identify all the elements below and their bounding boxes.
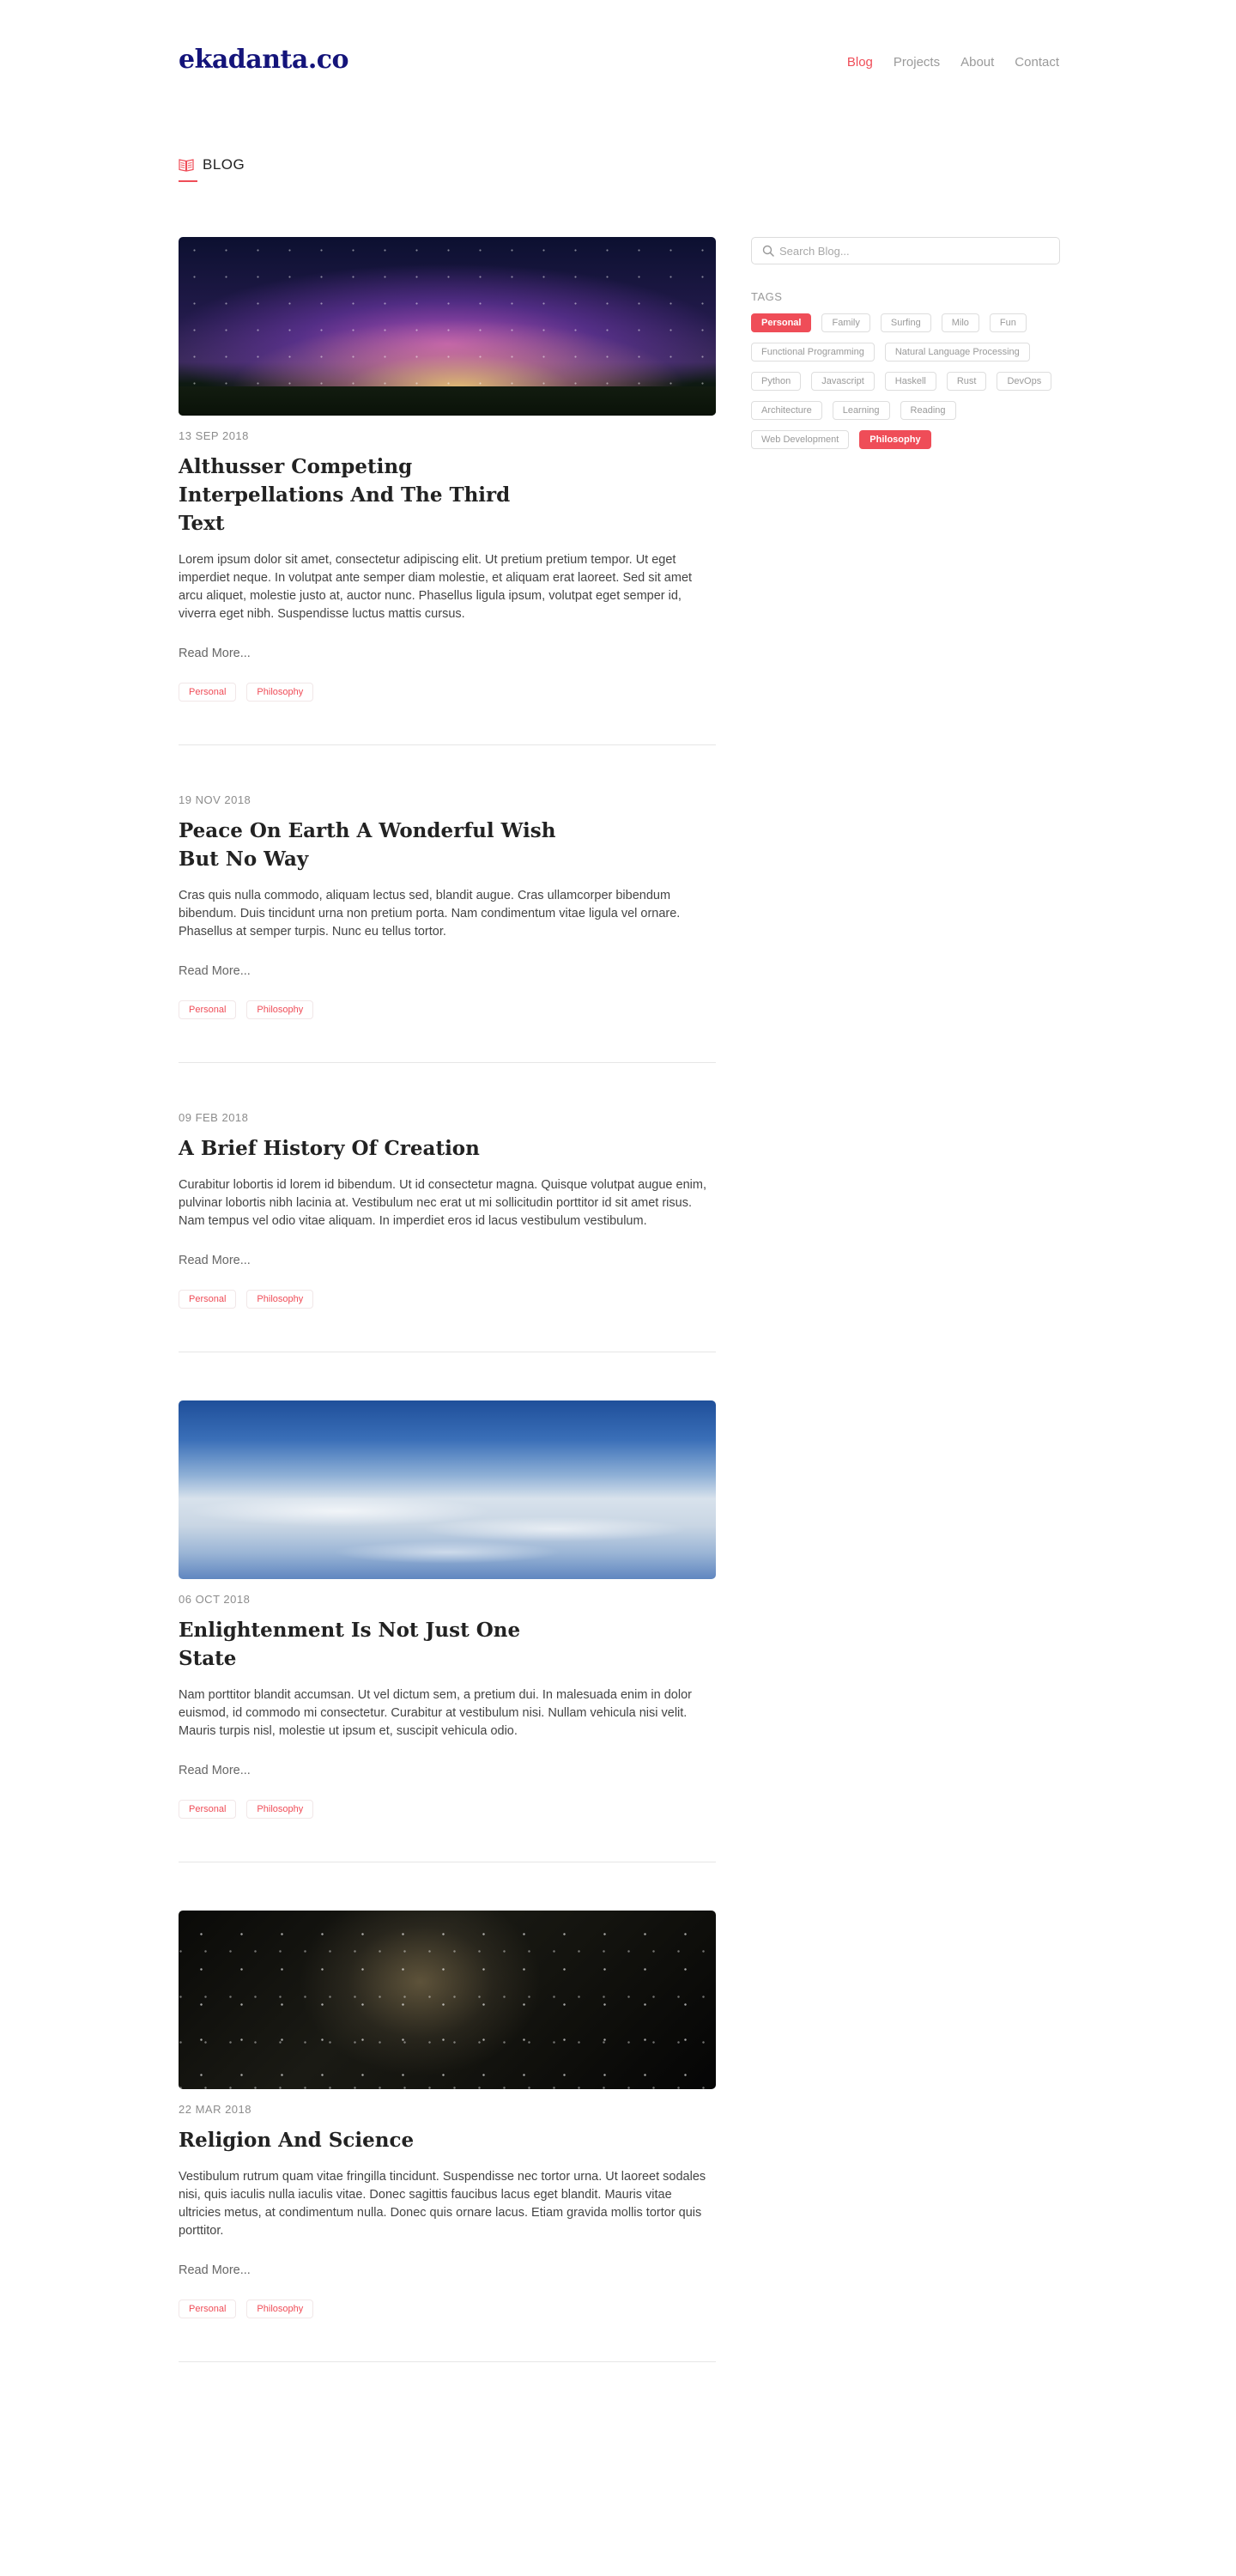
post-excerpt: Nam porttitor blandit accumsan. Ut vel d… <box>179 1688 692 1738</box>
post-date: 19 NOV 2018 <box>179 793 251 806</box>
nav-link-blog[interactable]: Blog <box>847 55 873 70</box>
post-tags: Personal Philosophy <box>179 1000 716 1019</box>
post-tag[interactable]: Philosophy <box>246 1800 314 1819</box>
post-excerpt: Lorem ipsum dolor sit amet, consectetur … <box>179 553 693 621</box>
post-title[interactable]: Religion And Science <box>179 2126 556 2154</box>
post-tags: Personal Philosophy <box>179 683 716 702</box>
tag-cloud: Personal Family Surfing Milo Fun Functio… <box>751 313 1060 449</box>
book-icon <box>179 158 194 172</box>
tag-python[interactable]: Python <box>751 372 802 391</box>
search-icon <box>762 245 774 257</box>
search-box <box>751 237 1060 264</box>
tag-learning[interactable]: Learning <box>832 401 890 420</box>
post-excerpt: Vestibulum rutrum quam vitae fringilla t… <box>179 2170 706 2238</box>
post-title[interactable]: Althusser Competing Interpellations And … <box>179 453 556 538</box>
tag-reading[interactable]: Reading <box>900 401 956 420</box>
post-item: 19 NOV 2018 Peace On Earth A Wonderful W… <box>179 793 716 1063</box>
logo-text: ekadanta <box>179 45 308 75</box>
main-nav: Blog Projects About Contact <box>847 55 1059 70</box>
tag-family[interactable]: Family <box>821 313 870 332</box>
tag-rust[interactable]: Rust <box>946 372 987 391</box>
post-tag[interactable]: Philosophy <box>246 1000 314 1019</box>
post-item: 09 FEB 2018 A Brief History Of Creation … <box>179 1111 716 1352</box>
sidebar: TAGS Personal Family Surfing Milo Fun Fu… <box>751 237 1060 449</box>
post-title[interactable]: Enlightenment Is Not Just One State <box>179 1616 556 1673</box>
tag-surfing[interactable]: Surfing <box>880 313 931 332</box>
post-date: 22 MAR 2018 <box>179 2103 251 2116</box>
tag-web-development[interactable]: Web Development <box>751 430 850 449</box>
tag-personal[interactable]: Personal <box>751 313 812 332</box>
post-tags: Personal Philosophy <box>179 1800 716 1819</box>
tag-devops[interactable]: DevOps <box>997 372 1052 391</box>
section-heading: BLOG <box>179 156 245 173</box>
post-excerpt: Cras quis nulla commodo, aliquam lectus … <box>179 889 681 939</box>
post-tag[interactable]: Personal <box>179 2300 237 2318</box>
tag-natural-language-processing[interactable]: Natural Language Processing <box>884 343 1030 361</box>
nav-link-about[interactable]: About <box>960 55 994 70</box>
tag-architecture[interactable]: Architecture <box>751 401 822 420</box>
tags-heading: TAGS <box>751 290 783 303</box>
post-item: 13 SEP 2018 Althusser Competing Interpel… <box>179 237 716 745</box>
read-more-link[interactable]: Read More... <box>179 1254 251 1267</box>
post-tag[interactable]: Personal <box>179 1800 237 1819</box>
post-list: 13 SEP 2018 Althusser Competing Interpel… <box>179 237 716 2410</box>
post-item: 22 MAR 2018 Religion And Science Vestibu… <box>179 1911 716 2362</box>
tag-milo[interactable]: Milo <box>941 313 979 332</box>
tag-fun[interactable]: Fun <box>989 313 1027 332</box>
post-tags: Personal Philosophy <box>179 1290 716 1309</box>
post-tag[interactable]: Personal <box>179 683 237 702</box>
site-logo[interactable]: ekadanta.co <box>179 45 349 75</box>
post-excerpt: Curabitur lobortis id lorem id bibendum.… <box>179 1178 706 1228</box>
post-date: 06 OCT 2018 <box>179 1593 251 1606</box>
post-image-aurora[interactable] <box>179 237 716 416</box>
post-item: 06 OCT 2018 Enlightenment Is Not Just On… <box>179 1400 716 1862</box>
tag-haskell[interactable]: Haskell <box>884 372 936 391</box>
nav-link-projects[interactable]: Projects <box>894 55 940 70</box>
post-date: 13 SEP 2018 <box>179 429 249 442</box>
post-tags: Personal Philosophy <box>179 2300 716 2318</box>
post-tag[interactable]: Personal <box>179 1000 237 1019</box>
read-more-link[interactable]: Read More... <box>179 964 251 978</box>
post-tag[interactable]: Philosophy <box>246 1290 314 1309</box>
post-image-earth[interactable] <box>179 1400 716 1579</box>
read-more-link[interactable]: Read More... <box>179 647 251 660</box>
post-date: 09 FEB 2018 <box>179 1111 249 1124</box>
section-title: BLOG <box>203 156 245 173</box>
site-header: ekadanta.co Blog Projects About Contact <box>179 45 1059 82</box>
tag-javascript[interactable]: Javascript <box>811 372 875 391</box>
tag-functional-programming[interactable]: Functional Programming <box>751 343 875 361</box>
post-tag[interactable]: Philosophy <box>246 683 314 702</box>
read-more-link[interactable]: Read More... <box>179 1764 251 1777</box>
post-title[interactable]: A Brief History Of Creation <box>179 1134 556 1163</box>
post-image-galaxy[interactable] <box>179 1911 716 2089</box>
tag-philosophy[interactable]: Philosophy <box>859 430 931 449</box>
section-underline <box>179 180 197 182</box>
post-tag[interactable]: Personal <box>179 1290 237 1309</box>
logo-suffix: .co <box>307 45 349 75</box>
post-title[interactable]: Peace On Earth A Wonderful Wish But No W… <box>179 817 556 873</box>
nav-link-contact[interactable]: Contact <box>1015 55 1059 70</box>
search-input[interactable] <box>779 238 1045 264</box>
read-more-link[interactable]: Read More... <box>179 2263 251 2277</box>
post-tag[interactable]: Philosophy <box>246 2300 314 2318</box>
